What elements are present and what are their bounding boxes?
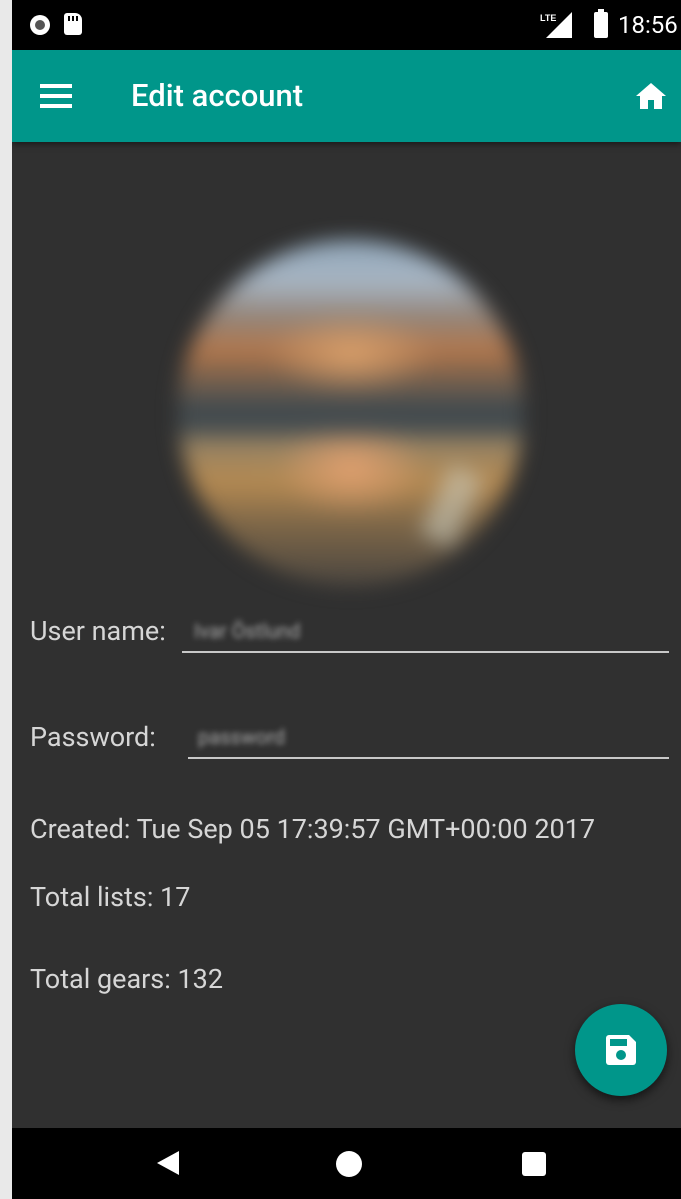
page-title: Edit account xyxy=(131,77,304,114)
lte-signal-icon: LTE xyxy=(540,12,572,38)
nav-home-button[interactable] xyxy=(289,1128,409,1199)
sd-card-icon xyxy=(64,13,82,35)
username-input[interactable]: Ivar Östlund xyxy=(194,616,300,646)
hamburger-menu-icon[interactable] xyxy=(40,84,72,108)
total-lists: Total lists: 17 xyxy=(30,881,191,913)
app-toolbar: Edit account xyxy=(12,50,681,142)
password-underline xyxy=(188,757,669,759)
created-date: Created: Tue Sep 05 17:39:57 GMT+00:00 2… xyxy=(30,813,596,845)
app-screen: LTE 18:56 Edit account User name: Ivar Ö… xyxy=(12,0,681,1199)
recents-icon xyxy=(522,1152,546,1176)
battery-icon xyxy=(594,9,608,38)
total-gears: Total gears: 132 xyxy=(30,963,223,995)
avatar[interactable] xyxy=(178,240,524,586)
record-indicator-icon xyxy=(30,15,50,35)
svg-text:LTE: LTE xyxy=(540,13,556,23)
nav-back-button[interactable] xyxy=(112,1128,232,1199)
password-input[interactable]: password xyxy=(198,722,285,752)
home-circle-icon xyxy=(336,1151,362,1177)
username-label: User name: xyxy=(30,615,166,647)
username-underline xyxy=(182,651,669,653)
nav-recents-button[interactable] xyxy=(474,1128,594,1199)
password-label: Password: xyxy=(30,721,156,753)
status-bar: LTE 18:56 xyxy=(12,0,681,50)
status-time: 18:56 xyxy=(618,11,678,39)
save-button[interactable] xyxy=(575,1004,667,1096)
back-icon xyxy=(157,1151,179,1175)
save-icon xyxy=(606,1035,636,1065)
home-icon[interactable] xyxy=(636,83,666,109)
system-nav-bar xyxy=(12,1128,681,1199)
